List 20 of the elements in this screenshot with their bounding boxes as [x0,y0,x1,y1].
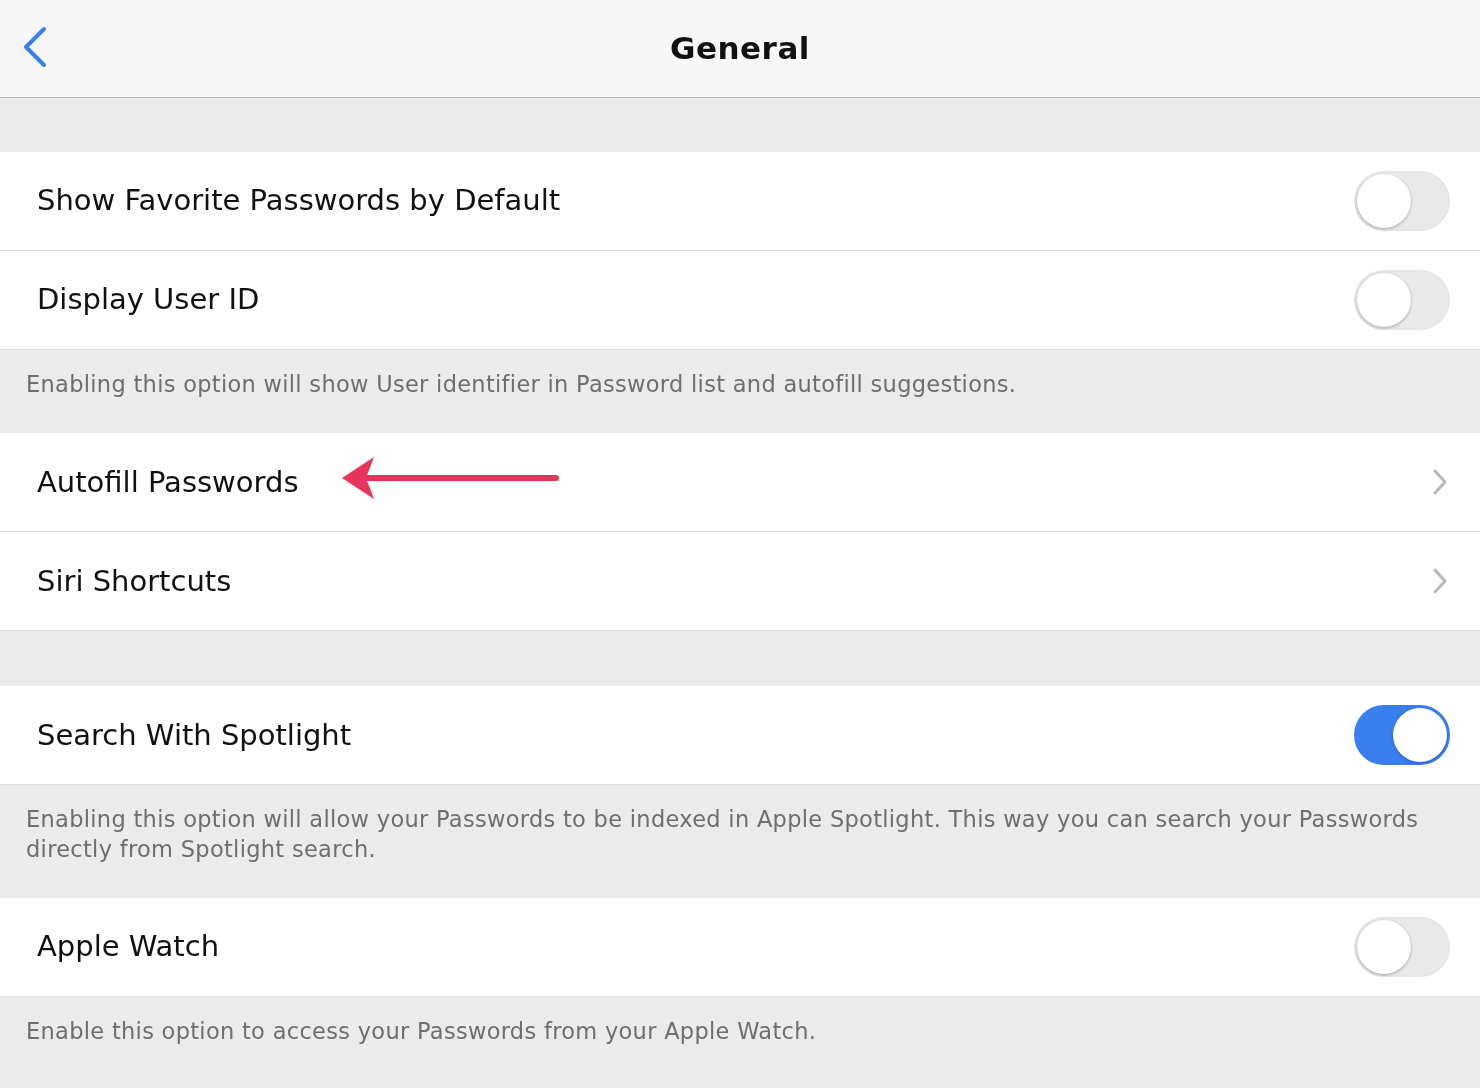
settings-row[interactable]: Autofill Passwords [0,433,1480,533]
back-button[interactable] [22,26,48,68]
row-label: Search With Spotlight [37,716,352,754]
settings-row[interactable]: Display User ID [0,251,1480,350]
back-chevron-icon [22,26,48,68]
row-label: Display User ID [37,281,260,319]
chevron-right-icon [1432,468,1448,497]
footnote-text: Enabling this option will show User identifier in Password list and autofill suggestions. [25,370,1018,399]
screen-title: General [670,29,810,69]
row-label: Apple Watch [37,928,220,965]
settings-row[interactable]: Apple Watch [0,897,1480,997]
footnote-text: Enabling this option will allow your Passwords to be indexed in Apple Spotlight. This way you can search your Passwords directly from Spotlight search. [25,805,1420,864]
footnote-text: Enable this option to access your Passwords from your Apple Watch. [25,1016,818,1046]
row-label: Siri Shortcuts [37,562,232,600]
chevron-right-icon [1432,567,1448,596]
settings-row[interactable]: Show Favorite Passwords by Default [0,152,1480,251]
row-label: Autofill Passwords [37,463,299,501]
settings-row[interactable]: Siri Shortcuts [0,532,1480,632]
row-label: Show Favorite Passwords by Default [37,182,561,220]
settings-row[interactable]: Search With Spotlight [0,686,1480,786]
